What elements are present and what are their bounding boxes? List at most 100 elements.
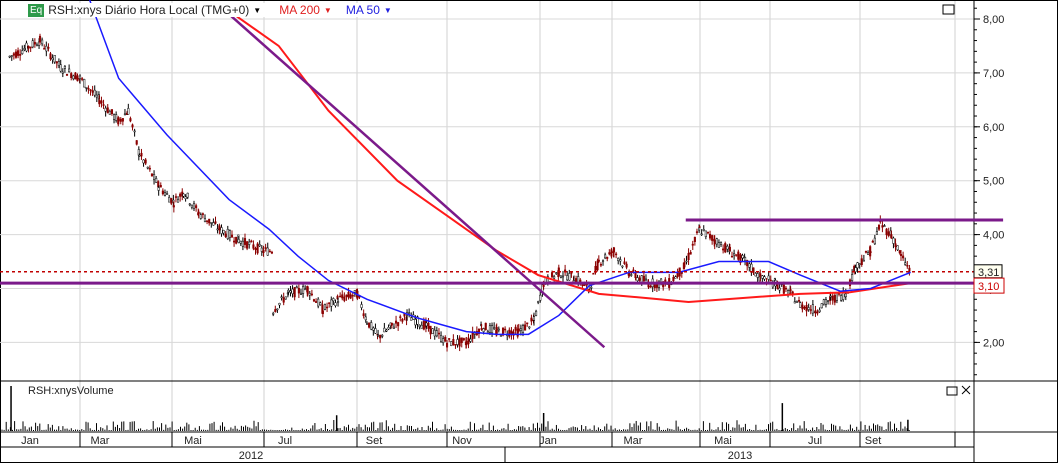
candle-body: [706, 231, 709, 234]
candle-body: [153, 174, 156, 180]
ma200-line: [228, 10, 911, 303]
candle-body: [146, 166, 149, 169]
candle-body: [349, 294, 352, 299]
candle-body: [264, 247, 267, 249]
candle-body: [814, 310, 817, 314]
candle-body: [517, 328, 520, 332]
candle-body: [898, 250, 901, 254]
candle-body: [218, 225, 221, 231]
candle-body: [877, 224, 881, 230]
ma200-legend[interactable]: MA 200: [279, 3, 320, 17]
candle-body: [59, 64, 62, 72]
candle-body: [535, 310, 538, 316]
candle-body: [530, 317, 533, 322]
candle-body: [392, 326, 396, 329]
candle-body: [660, 278, 663, 283]
candle-body: [284, 296, 287, 300]
candle-body: [280, 296, 283, 299]
candle-body: [700, 233, 703, 236]
candle-body: [735, 254, 738, 256]
candle-body: [268, 250, 271, 253]
candle-body: [214, 221, 217, 224]
candle-body: [197, 211, 200, 214]
candle-body: [399, 316, 402, 318]
candle-body: [473, 332, 476, 335]
candle-body: [188, 203, 191, 206]
candle-body: [270, 251, 273, 254]
candle-body: [53, 55, 56, 63]
candle-body: [896, 245, 899, 251]
candle-body: [254, 248, 257, 250]
candle-body: [222, 230, 225, 234]
dropdown-icon[interactable]: ▼: [253, 6, 261, 15]
candle-body: [894, 243, 897, 248]
month-label: Nov: [452, 435, 472, 447]
candle-body: [750, 263, 753, 272]
candle-body: [687, 253, 690, 260]
candle-body: [57, 61, 60, 66]
candle-body: [422, 320, 425, 330]
candle-body: [715, 238, 718, 245]
candle-body: [68, 68, 71, 73]
candle-body: [266, 247, 269, 256]
candle-body: [41, 39, 44, 45]
candle-body: [166, 193, 169, 195]
candle-body: [904, 262, 907, 265]
candle-body: [550, 272, 554, 278]
candle-body: [486, 331, 489, 333]
candle-body: [106, 107, 109, 113]
candle-body: [276, 308, 279, 311]
candle-body: [795, 300, 798, 303]
candle-body: [858, 263, 861, 265]
candle-body: [672, 277, 675, 282]
candle-body: [199, 214, 202, 219]
candle-body: [364, 316, 367, 321]
candle-body: [177, 199, 180, 203]
candle-body: [596, 260, 599, 271]
candle-body: [210, 222, 213, 224]
candle-body: [289, 290, 292, 293]
candle-body: [27, 45, 30, 49]
close-icon[interactable]: [961, 385, 971, 395]
candle-body: [25, 42, 28, 52]
candle-body: [864, 251, 868, 253]
stock-chart[interactable]: 8,007,006,005,004,003,002,00JanMarMaiJul…: [0, 0, 1058, 463]
candle-body: [345, 294, 348, 297]
candle-body: [174, 196, 178, 198]
candle-body: [890, 234, 893, 239]
candle-body: [623, 261, 626, 264]
maximize-icon[interactable]: [942, 4, 955, 15]
candle-body: [317, 298, 320, 307]
candle-body: [10, 55, 13, 57]
dropdown-icon[interactable]: ▼: [324, 6, 332, 15]
candle-body: [321, 310, 324, 315]
candle-body: [484, 322, 487, 331]
candle-body: [83, 79, 86, 88]
candle-body: [195, 205, 198, 208]
candle-body: [685, 260, 688, 263]
candle-body: [119, 118, 122, 122]
candle-body: [334, 302, 337, 306]
chart-legend: Eq RSH:xnys Diário Hora Local (TMG+0) ▼ M…: [28, 3, 392, 17]
candle-body: [445, 342, 449, 348]
candle-body: [168, 197, 171, 203]
candle-body: [606, 256, 609, 259]
candle-body: [761, 275, 764, 279]
candle-body: [43, 48, 46, 50]
candle-body: [87, 88, 90, 90]
candle-body: [184, 196, 187, 200]
candle-body: [129, 118, 132, 122]
candle-body: [737, 251, 740, 260]
candle-body: [23, 48, 26, 50]
candle-body: [759, 273, 762, 277]
candle-body: [524, 324, 527, 331]
candle-body: [465, 340, 468, 346]
ma50-legend[interactable]: MA 50: [346, 3, 380, 17]
dropdown-icon[interactable]: ▼: [384, 6, 392, 15]
candle-body: [521, 325, 525, 333]
candle-body: [604, 254, 607, 259]
candle-body: [807, 307, 810, 310]
candle-body: [818, 309, 821, 313]
candle-body: [237, 239, 240, 243]
symbol-title[interactable]: RSH:xnys Diário Hora Local (TMG+0): [48, 3, 249, 17]
